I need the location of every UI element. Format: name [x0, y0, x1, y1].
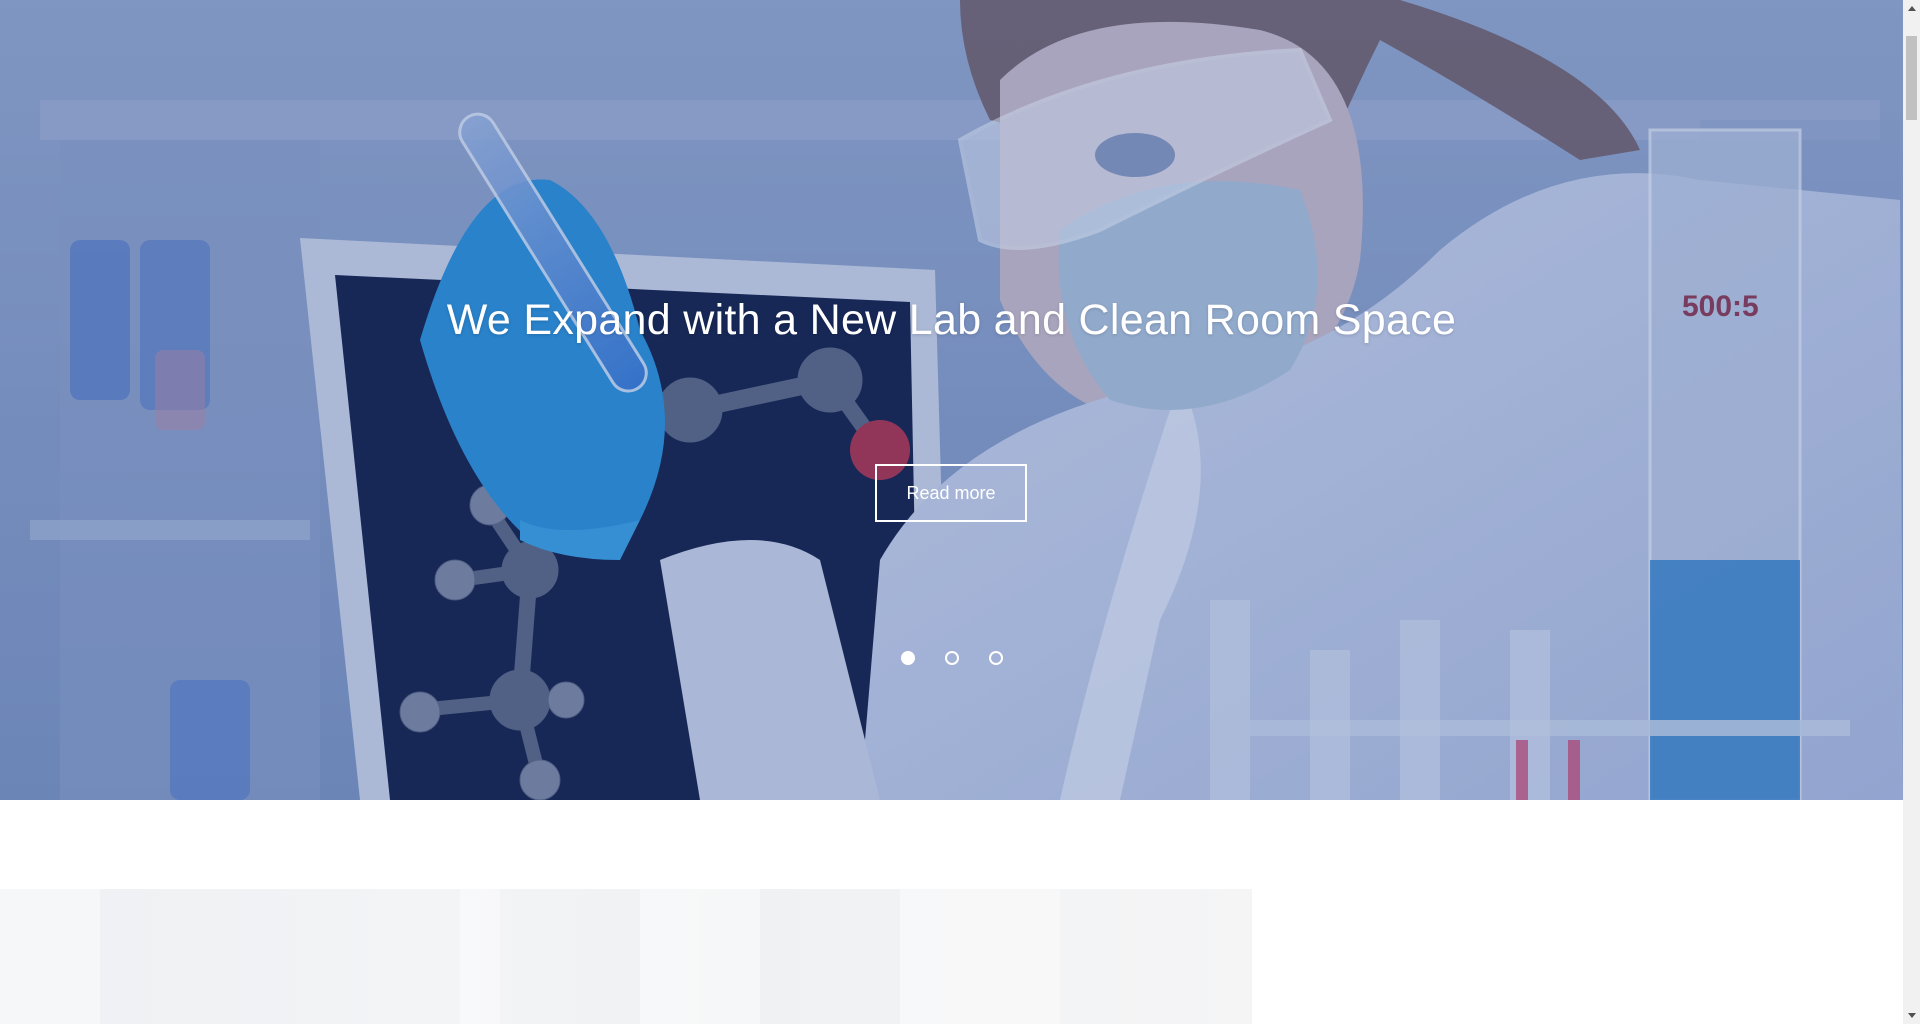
- read-more-button[interactable]: Read more: [875, 464, 1027, 522]
- vertical-scrollbar[interactable]: [1903, 0, 1920, 1024]
- about-section-image: [0, 889, 1252, 1024]
- slider-dot-2[interactable]: [944, 651, 959, 665]
- scroll-down-arrow-icon[interactable]: [1903, 1007, 1920, 1024]
- slider-dot-1[interactable]: [900, 651, 915, 665]
- hero-title: We Expand with a New Lab and Clean Room …: [446, 296, 1457, 344]
- scrollbar-thumb[interactable]: [1906, 36, 1917, 120]
- slider-dot-3[interactable]: [988, 651, 1003, 665]
- hero-overlay: [0, 0, 1903, 800]
- hero-slider: 500:5 We Expand with a New Lab and Clean…: [0, 0, 1903, 800]
- slider-pagination: [0, 651, 1903, 665]
- scroll-up-arrow-icon[interactable]: [1903, 0, 1920, 17]
